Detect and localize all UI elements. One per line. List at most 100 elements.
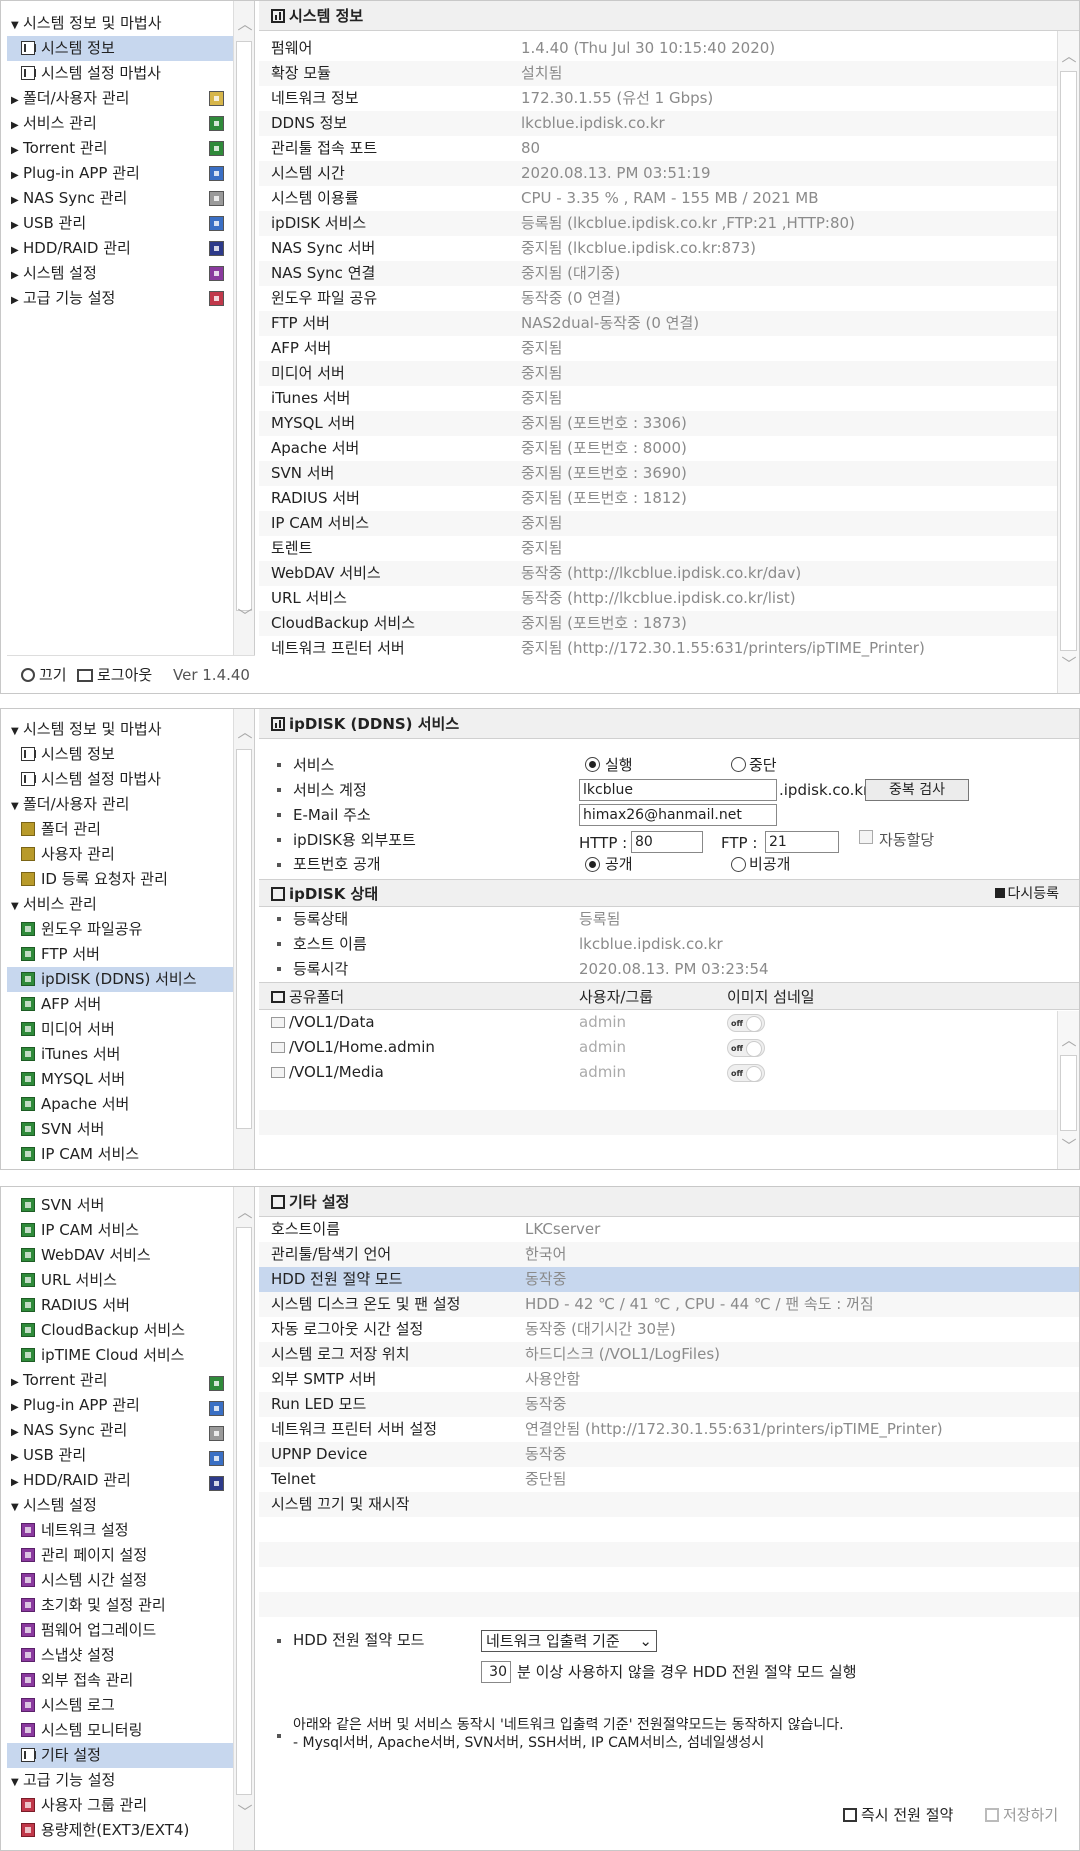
auto-assign-checkbox[interactable] [859,830,873,844]
reregister-button[interactable]: 다시등록 [995,880,1059,908]
sidebar-item[interactable]: iTunes 서버 [7,1042,238,1067]
sidebar-item[interactable]: 폴더 관리 [7,817,238,842]
sidebar-item[interactable]: ▶ 폴더/사용자 관리 [7,86,238,111]
sidebar-item[interactable]: ▶ USB 관리 [7,1443,238,1468]
sidebar-item[interactable]: ▶ USB 관리 [7,211,238,236]
sidebar-item[interactable]: ▶ Torrent 관리 [7,136,238,161]
sidebar-item[interactable]: ▶ Plug-in APP 관리 [7,161,238,186]
sidebar-item[interactable]: ▶ HDD/RAID 관리 [7,1468,238,1493]
sidebar-item[interactable]: ▶ HDD/RAID 관리 [7,236,238,261]
scroll-down-icon[interactable]: ﹀ [234,1801,256,1823]
settings-row[interactable]: 외부 SMTP 서버 사용안함 [259,1367,1079,1392]
share-scrollbar[interactable]: ︿ ﹀ [1057,1011,1079,1169]
expanded-icon[interactable]: ▼ [11,13,23,38]
scroll-thumb[interactable] [1060,1055,1077,1131]
collapsed-icon[interactable]: ▶ [11,1395,23,1420]
settings-row[interactable]: 관리툴/탐색기 언어 한국어 [259,1242,1079,1267]
sidebar-item[interactable]: 기타 설정 [7,1743,238,1768]
scroll-down-icon[interactable]: ﹀ [234,605,256,627]
expanded-icon[interactable]: ▼ [11,794,23,819]
share-row[interactable]: /VOL1/Media admin off [259,1060,1057,1085]
collapsed-icon[interactable]: ▶ [11,163,23,188]
sidebar-item[interactable]: URL 서비스 [7,1268,238,1293]
sidebar-item[interactable]: 관리 페이지 설정 [7,1543,238,1568]
sidebar-item[interactable]: 초기화 및 설정 관리 [7,1593,238,1618]
scroll-up-icon[interactable]: ︿ [234,721,256,743]
sidebar-item[interactable]: IP CAM 서비스 [7,1218,238,1243]
sidebar-item[interactable]: ▶ 고급 기능 설정 [7,286,238,311]
sidebar-scrollbar[interactable]: ︿ [233,709,255,1169]
expanded-icon[interactable]: ▼ [11,894,23,919]
collapsed-icon[interactable]: ▶ [11,1470,23,1495]
scroll-up-icon[interactable]: ︿ [1058,45,1079,67]
collapsed-icon[interactable]: ▶ [11,288,23,313]
settings-row[interactable]: 호스트이름 LKCserver [259,1217,1079,1242]
scroll-thumb[interactable] [236,1227,252,1795]
collapsed-icon[interactable]: ▶ [11,138,23,163]
hdd-mode-select[interactable]: 네트워크 입출력 기준 ⌄ [481,1630,657,1652]
sidebar-item[interactable]: ▶ Plug-in APP 관리 [7,1393,238,1418]
sidebar-item[interactable]: ▼ 서비스 관리 [7,892,238,917]
sidebar-item[interactable]: ▶ 서비스 관리 [7,111,238,136]
sidebar-item[interactable]: SVN 서버 [7,1117,238,1142]
sidebar-item[interactable]: ▼ 시스템 설정 [7,1493,238,1518]
sidebar-item[interactable]: 시스템 로그 [7,1693,238,1718]
thumbnail-toggle[interactable]: off [727,1039,765,1057]
sidebar-scrollbar[interactable]: ︿ ﹀ [233,1,255,693]
sidebar-item[interactable]: ▼ 고급 기능 설정 [7,1768,238,1793]
sidebar-item[interactable]: 용량제한(EXT3/EXT4) [7,1818,238,1843]
sidebar-item[interactable]: FTP 서버 [7,942,238,967]
sidebar-item[interactable]: ▼ 시스템 정보 및 마법사 [7,11,238,36]
sidebar-item[interactable]: ipTIME Cloud 서비스 [7,1343,238,1368]
sidebar-scrollbar[interactable]: ︿ ﹀ [233,1187,255,1850]
sidebar-item[interactable]: ▼ 폴더/사용자 관리 [7,792,238,817]
scroll-up-icon[interactable]: ︿ [234,13,256,35]
thumbnail-toggle[interactable]: off [727,1064,765,1082]
scroll-down-icon[interactable]: ﹀ [1058,1135,1079,1157]
power-button[interactable]: 끄기 [21,656,67,693]
collapsed-icon[interactable]: ▶ [11,88,23,113]
content-scrollbar[interactable]: ︿ ﹀ [1057,31,1079,693]
scroll-down-icon[interactable]: ﹀ [1058,653,1079,675]
minutes-input[interactable]: 30 [481,1661,511,1683]
expanded-icon[interactable]: ▼ [11,719,23,744]
collapsed-icon[interactable]: ▶ [11,113,23,138]
sidebar-item[interactable]: 스냅샷 설정 [7,1643,238,1668]
share-row[interactable]: /VOL1/Data admin off [259,1010,1057,1035]
expanded-icon[interactable]: ▼ [11,1770,23,1795]
settings-row[interactable]: HDD 전원 절약 모드 동작중 [259,1267,1079,1292]
service-run-radio[interactable] [585,757,600,772]
sidebar-item[interactable]: ▶ NAS Sync 관리 [7,186,238,211]
save-button[interactable]: 저장하기 [985,1804,1058,1826]
settings-row[interactable]: Telnet 중단됨 [259,1467,1079,1492]
scroll-thumb[interactable] [1060,71,1077,651]
sidebar-item[interactable]: ▶ Torrent 관리 [7,1368,238,1393]
sidebar-item[interactable]: AFP 서버 [7,992,238,1017]
duplicate-check-button[interactable]: 중복 검사 [865,779,969,801]
sidebar-item[interactable]: ID 등록 요청자 관리 [7,867,238,892]
sidebar-item[interactable]: CloudBackup 서비스 [7,1318,238,1343]
sidebar-item[interactable]: 시스템 모니터링 [7,1718,238,1743]
sidebar-item[interactable]: ▶ 시스템 설정 [7,261,238,286]
sidebar-item[interactable]: ▼ 시스템 정보 및 마법사 [7,717,238,742]
settings-row[interactable]: 시스템 끄기 및 재시작 [259,1492,1079,1517]
sidebar-item[interactable]: IP CAM 서비스 [7,1142,238,1167]
service-stop-radio[interactable] [731,757,746,772]
sidebar-item[interactable]: 외부 접속 관리 [7,1668,238,1693]
settings-row[interactable]: 시스템 로그 저장 위치 하드디스크 (/VOL1/LogFiles) [259,1342,1079,1367]
logout-button[interactable]: 로그아웃 [77,656,152,693]
sidebar-item[interactable]: ▶ NAS Sync 관리 [7,1418,238,1443]
settings-row[interactable]: 네트워크 프린터 서버 설정 연결안됨 (http://172.30.1.55:6… [259,1417,1079,1442]
sidebar-item[interactable]: 미디어 서버 [7,1017,238,1042]
http-port-input[interactable]: 80 [631,831,703,853]
sidebar-item[interactable]: SVN 서버 [7,1193,238,1218]
ftp-port-input[interactable]: 21 [765,831,839,853]
sidebar-item[interactable]: WebDAV 서비스 [7,1243,238,1268]
sidebar-item[interactable]: 펌웨어 업그레이드 [7,1618,238,1643]
email-input[interactable]: himax26@hanmail.net [579,804,777,826]
settings-row[interactable]: 시스템 디스크 온도 및 팬 설정 HDD - 42 ℃ / 41 ℃ , CPU… [259,1292,1079,1317]
scroll-thumb[interactable] [236,41,252,611]
public-radio[interactable] [585,857,600,872]
collapsed-icon[interactable]: ▶ [11,238,23,263]
sidebar-item[interactable]: MYSQL 서버 [7,1067,238,1092]
